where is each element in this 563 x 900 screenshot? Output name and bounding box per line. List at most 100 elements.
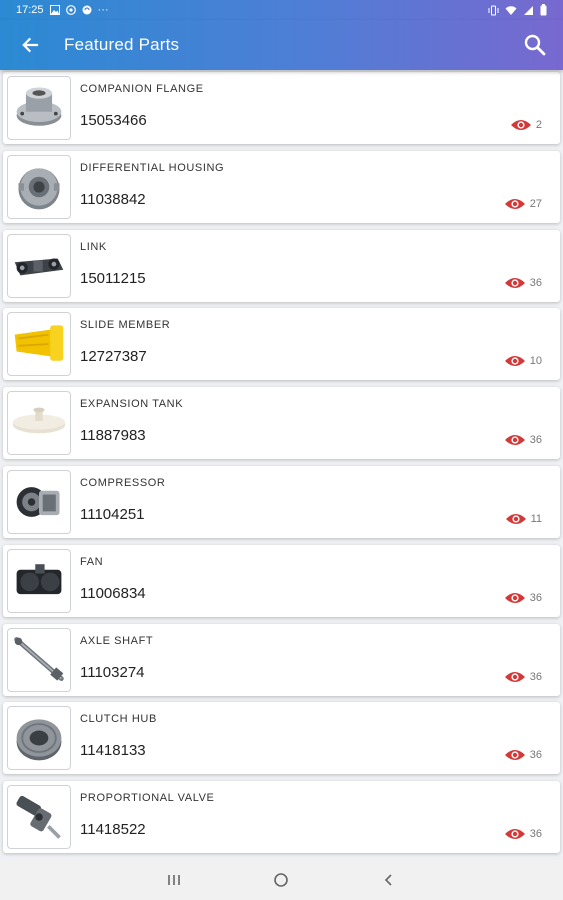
part-number: 12727387	[80, 348, 147, 366]
wifi-icon	[505, 5, 517, 15]
view-count: 2	[510, 118, 542, 132]
hub-image	[16, 719, 62, 761]
fan-image	[16, 563, 62, 594]
status-bar: 17:25 ···	[0, 0, 563, 20]
link-image	[14, 258, 64, 275]
recent-apps-icon	[168, 875, 180, 885]
recent-apps-button[interactable]	[154, 865, 194, 895]
part-name: COMPRESSOR	[80, 477, 166, 489]
eye-icon	[504, 435, 525, 446]
part-name: FAN	[80, 555, 104, 568]
eye-icon	[504, 750, 525, 761]
status-time: 17:25	[16, 4, 44, 16]
view-count: 36	[504, 670, 542, 684]
flange-image	[16, 87, 62, 126]
part-number: 11418133	[80, 742, 146, 760]
view-count-value: 36	[529, 276, 542, 289]
part-number: 11006834	[80, 584, 146, 602]
part-thumbnail[interactable]	[7, 627, 71, 692]
eye-icon	[504, 277, 525, 288]
view-count-value: 36	[529, 670, 542, 683]
eye-icon	[504, 829, 525, 840]
search-icon	[524, 34, 546, 56]
whatsapp-icon	[65, 5, 76, 15]
part-card[interactable]: AXLE SHAFT 11103274 36	[3, 623, 560, 696]
eye-icon	[504, 198, 525, 209]
part-card[interactable]: COMPRESSOR 11104251 11	[3, 466, 560, 538]
back-button[interactable]	[0, 20, 60, 70]
part-thumbnail[interactable]	[7, 312, 71, 377]
view-count: 27	[504, 197, 542, 211]
housing-image	[18, 168, 60, 210]
eye-icon	[504, 356, 525, 367]
view-count: 36	[504, 748, 542, 762]
view-count-value: 36	[529, 828, 542, 841]
status-overflow: ···	[97, 4, 109, 16]
app-bar: Featured Parts	[0, 20, 563, 70]
part-number: 11038842	[80, 190, 146, 208]
part-name: AXLE SHAFT	[80, 634, 154, 647]
eye-icon	[504, 592, 525, 603]
view-count-value: 11	[530, 513, 542, 525]
view-count: 36	[504, 591, 542, 605]
compressor-image	[16, 487, 60, 517]
part-number: 11887983	[80, 427, 146, 445]
search-button[interactable]	[507, 20, 563, 70]
part-thumbnail[interactable]	[7, 470, 71, 534]
part-card[interactable]: DIFFERENTIAL HOUSING 11038842 27	[3, 150, 560, 223]
view-count: 36	[504, 827, 542, 841]
system-back-button[interactable]	[369, 865, 409, 895]
status-right	[488, 4, 547, 16]
eye-icon	[505, 514, 526, 524]
view-count-value: 36	[529, 749, 542, 762]
system-nav-bar	[0, 860, 563, 900]
view-count: 36	[504, 276, 542, 290]
part-name: EXPANSION TANK	[80, 398, 184, 411]
part-name: SLIDE MEMBER	[80, 319, 171, 332]
part-number: 11418522	[80, 821, 146, 839]
back-icon	[385, 874, 392, 886]
eye-icon	[510, 120, 531, 130]
part-number: 11103274	[80, 663, 145, 681]
tank-image	[12, 407, 66, 434]
slide-image	[14, 325, 64, 362]
part-thumbnail[interactable]	[7, 548, 71, 613]
part-thumbnail[interactable]	[7, 154, 71, 219]
valve-image	[16, 796, 61, 840]
view-count-value: 27	[529, 197, 542, 210]
part-card[interactable]: PROPORTIONAL VALVE 11418522 36	[3, 781, 560, 854]
home-icon	[274, 873, 289, 887]
part-card[interactable]: COMPANION FLANGE 15053466 2	[3, 72, 560, 144]
home-button[interactable]	[261, 865, 301, 895]
part-number: 15053466	[80, 112, 147, 129]
battery-icon	[540, 4, 547, 16]
part-thumbnail[interactable]	[7, 233, 71, 298]
signal-icon	[524, 5, 533, 15]
part-name: LINK	[80, 240, 107, 253]
part-name: PROPORTIONAL VALVE	[80, 792, 215, 805]
view-count: 10	[504, 354, 542, 368]
part-card[interactable]: CLUTCH HUB 11418133 36	[3, 702, 560, 775]
part-card[interactable]: FAN 11006834 36	[3, 544, 560, 617]
view-count-value: 36	[529, 591, 542, 604]
part-card[interactable]: SLIDE MEMBER 12727387 10	[3, 308, 560, 381]
part-name: COMPANION FLANGE	[80, 83, 204, 95]
part-thumbnail[interactable]	[7, 391, 71, 456]
page-title: Featured Parts	[64, 35, 180, 54]
view-count: 11	[505, 512, 542, 526]
sync-icon	[82, 5, 92, 15]
eye-icon	[504, 671, 525, 682]
shaft-image	[14, 636, 64, 681]
part-thumbnail[interactable]	[7, 706, 71, 771]
part-number: 11104251	[80, 506, 145, 523]
part-name: CLUTCH HUB	[80, 713, 157, 726]
view-count: 36	[504, 433, 542, 447]
part-card[interactable]: EXPANSION TANK 11887983 36	[3, 387, 560, 460]
part-thumbnail[interactable]	[7, 785, 71, 850]
part-thumbnail[interactable]	[7, 76, 71, 140]
part-number: 15011215	[80, 269, 146, 287]
arrow-left-icon	[22, 37, 39, 53]
part-card[interactable]: LINK 15011215 36	[3, 229, 560, 302]
view-count-value: 36	[529, 434, 542, 447]
part-name: DIFFERENTIAL HOUSING	[80, 161, 225, 174]
